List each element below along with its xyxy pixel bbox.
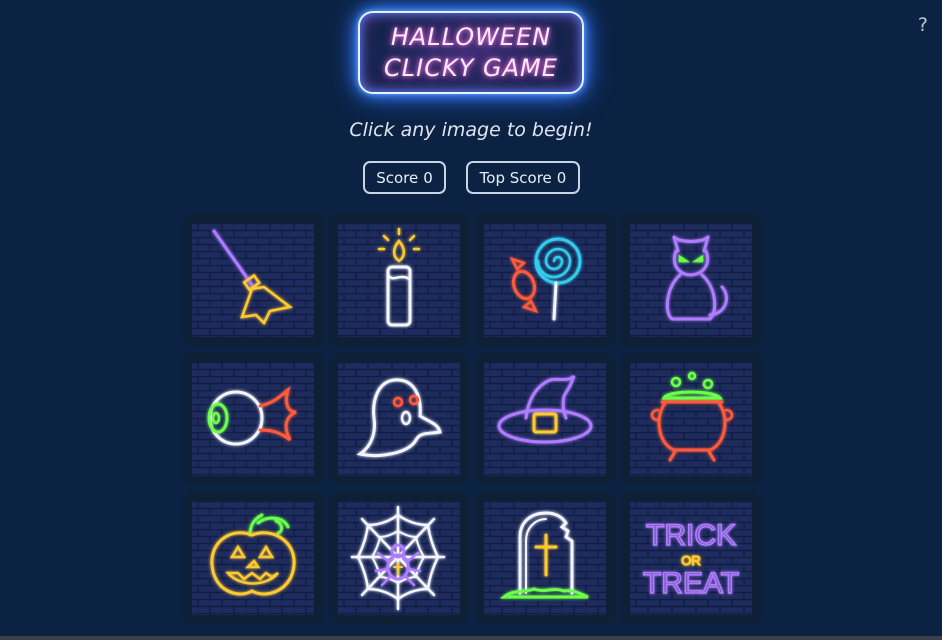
ghost-icon: [338, 362, 460, 476]
card-witch-hat[interactable]: [475, 353, 615, 485]
candle-icon: [338, 223, 460, 337]
card-spider-web[interactable]: [329, 492, 469, 624]
card-cat[interactable]: [621, 214, 761, 346]
top-score-display: Top Score 0: [466, 161, 580, 194]
trick-word: TRICK: [646, 519, 736, 552]
spider-web-icon: [338, 501, 460, 615]
score-label: Score: [376, 168, 419, 187]
score-display: Score 0: [363, 161, 446, 194]
trick-or-treat-icon: TRICK OR TREAT: [630, 501, 752, 615]
card-ghost[interactable]: [329, 353, 469, 485]
help-button[interactable]: ?: [918, 14, 928, 36]
cauldron-icon: [630, 362, 752, 476]
tombstone-icon: [484, 501, 606, 615]
card-cauldron[interactable]: [621, 353, 761, 485]
title-line-2: CLICKY GAME: [384, 53, 558, 82]
broom-icon: [192, 223, 314, 337]
top-score-value: 0: [556, 168, 567, 187]
card-pumpkin[interactable]: [183, 492, 323, 624]
score-value: 0: [423, 168, 433, 187]
bottom-edge: [0, 636, 942, 640]
game-title-sign: HALLOWEEN CLICKY GAME: [358, 11, 584, 94]
top-score-label: Top Score: [479, 168, 552, 187]
candy-lollipop-icon: [484, 223, 606, 337]
card-trick-or-treat[interactable]: TRICK OR TREAT: [621, 492, 761, 624]
jack-o-lantern-icon: [192, 501, 314, 615]
title-line-1: HALLOWEEN: [390, 22, 552, 51]
card-candy[interactable]: [475, 214, 615, 346]
instruction-text: Click any image to begin!: [349, 119, 593, 141]
black-cat-icon: [630, 223, 752, 337]
treat-word: TREAT: [643, 567, 739, 600]
card-eyeball[interactable]: [183, 353, 323, 485]
eyeball-icon: [192, 362, 314, 476]
card-broom[interactable]: [183, 214, 323, 346]
witch-hat-icon: [484, 362, 606, 476]
or-word: OR: [681, 553, 701, 568]
card-candle[interactable]: [329, 214, 469, 346]
card-tombstone[interactable]: [475, 492, 615, 624]
